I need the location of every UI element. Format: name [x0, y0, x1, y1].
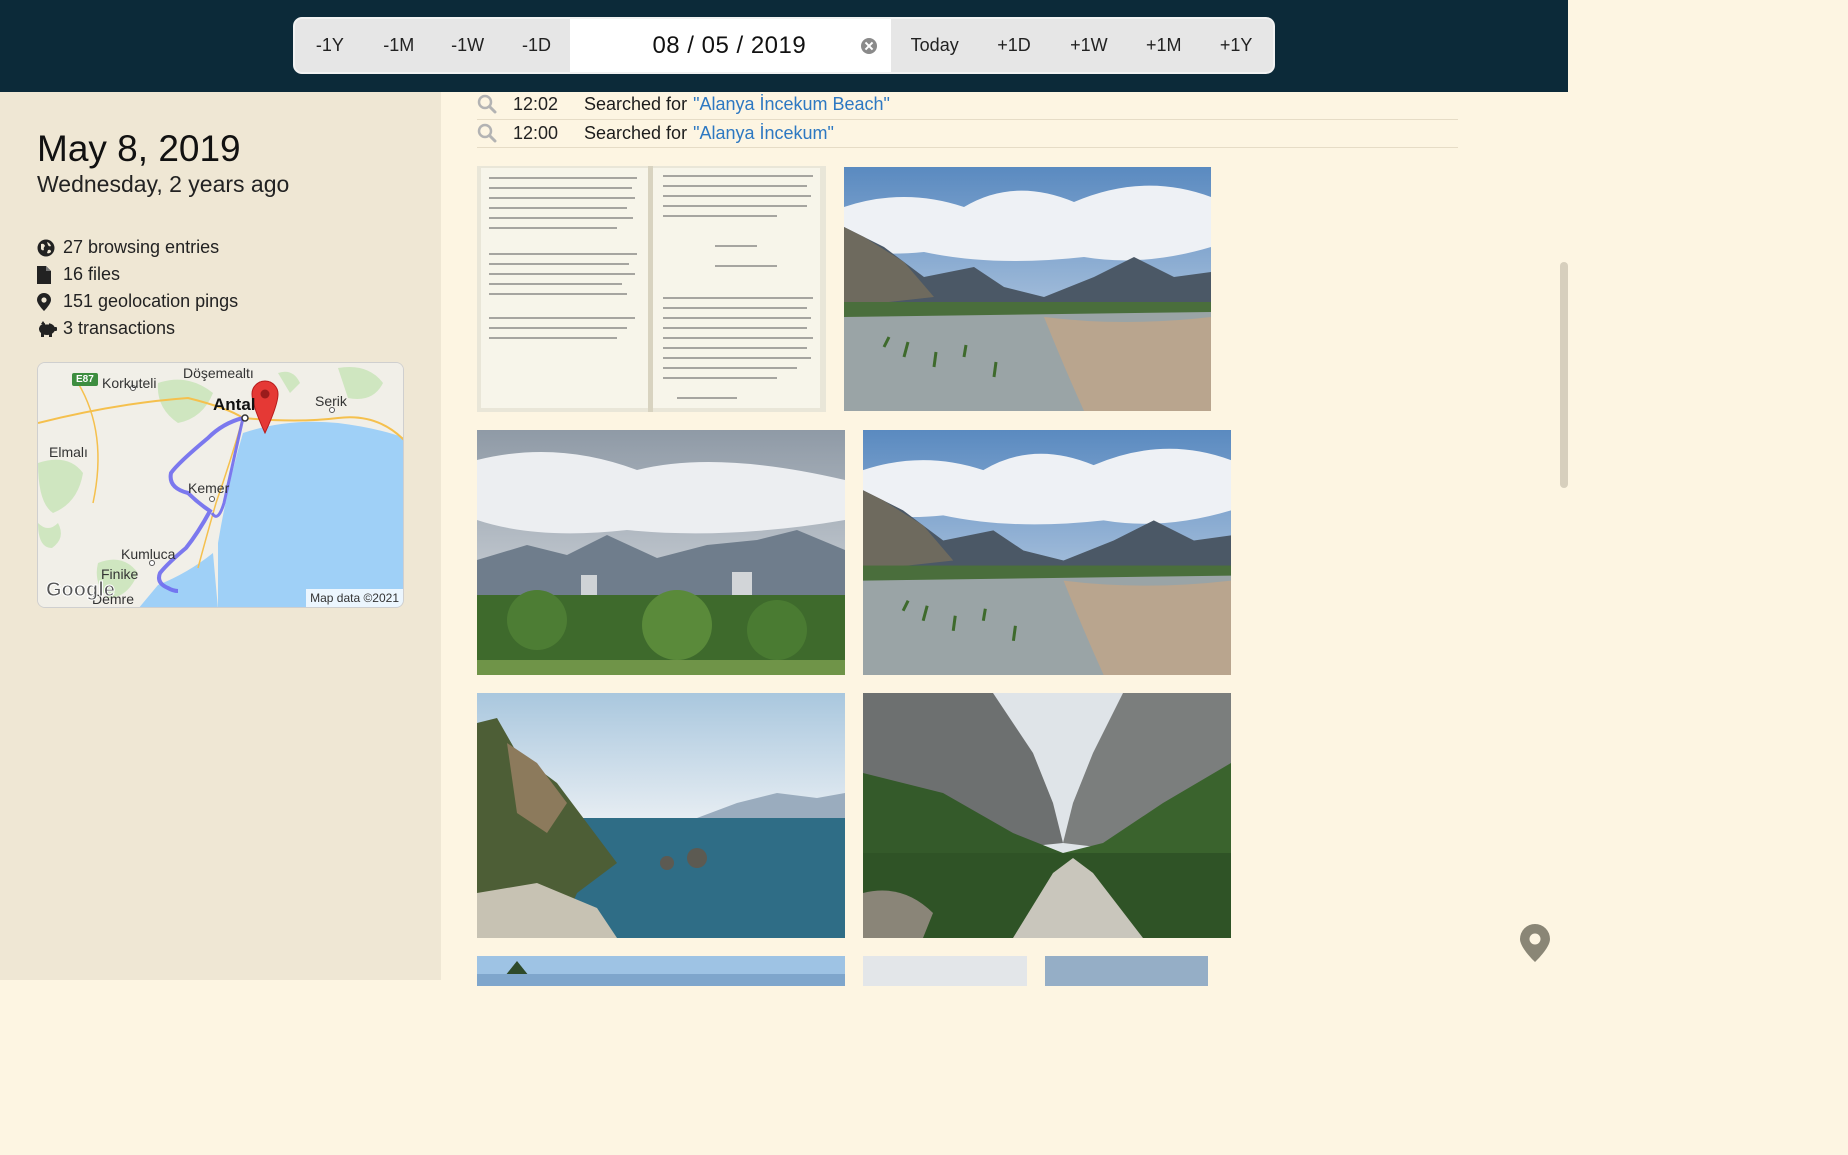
road-badge: E87 [72, 373, 98, 386]
map-label-kemer: Kemer [188, 480, 230, 496]
search-prefix: Searched for [584, 122, 688, 143]
stat-browsing-text: 27 browsing entries [63, 237, 220, 257]
search-time: 12:02 [513, 93, 559, 114]
day-summary-sidebar: May 8, 2019 Wednesday, 2 years ago 27 br… [0, 92, 441, 980]
stat-transactions-text: 3 transactions [63, 318, 176, 338]
stat-files-text: 16 files [63, 264, 121, 284]
stat-geolocation-text: 151 geolocation pings [63, 291, 239, 311]
file-icon [37, 265, 63, 284]
stat-geolocation[interactable]: 151 geolocation pings [37, 288, 238, 315]
map-label-serik: Serik [315, 393, 347, 409]
search-prefix: Searched for [584, 93, 688, 114]
photo-thumbnail[interactable] [863, 430, 1231, 675]
plus-1-year-button[interactable]: +1Y [1199, 19, 1273, 72]
plus-1-day-button[interactable]: +1D [979, 19, 1050, 72]
map-credit: Map data ©2021 [306, 589, 403, 607]
plus-1-month-button[interactable]: +1M [1128, 19, 1199, 72]
photo-thumbnail[interactable] [863, 956, 1027, 986]
divider [477, 147, 1458, 148]
photo-thumbnail[interactable] [477, 693, 845, 938]
map-label-elmali: Elmalı [49, 444, 88, 460]
globe-icon [37, 239, 63, 257]
search-time: 12:00 [513, 122, 559, 143]
search-query-link[interactable]: "Alanya İncekum Beach" [693, 94, 890, 115]
location-map[interactable]: E87 Döşemealtı Korkuteli Antalya Serik E… [37, 362, 404, 608]
today-button[interactable]: Today [891, 19, 979, 72]
piggy-bank-icon [37, 320, 63, 337]
map-pin-icon[interactable] [1520, 924, 1550, 967]
search-entry: 12:02 Searched for "Alanya İncekum Beach… [477, 90, 1458, 118]
day-subtitle: Wednesday, 2 years ago [37, 171, 290, 197]
map-label-kumluca: Kumluca [121, 546, 176, 562]
photo-thumbnail[interactable] [863, 693, 1231, 938]
photo-thumbnail[interactable] [477, 956, 845, 986]
clear-icon[interactable] [860, 38, 877, 54]
search-query-link[interactable]: "Alanya İncekum" [693, 123, 834, 144]
photo-thumbnail[interactable] [1045, 956, 1208, 986]
plus-1-week-button[interactable]: +1W [1049, 19, 1128, 72]
minus-1-year-button[interactable]: -1Y [295, 19, 365, 72]
stat-files[interactable]: 16 files [37, 261, 238, 288]
day-title: May 8, 2019 [37, 128, 241, 169]
photo-thumbnail[interactable] [844, 167, 1211, 411]
search-icon [477, 94, 513, 114]
minus-1-day-button[interactable]: -1D [503, 19, 571, 72]
stat-browsing[interactable]: 27 browsing entries [37, 234, 238, 261]
minus-1-month-button[interactable]: -1M [365, 19, 433, 72]
search-entry: 12:00 Searched for "Alanya İncekum" [477, 119, 1458, 147]
photo-thumbnail[interactable] [477, 430, 845, 675]
scrollbar[interactable] [1560, 262, 1568, 488]
date-navigator: -1Y -1M -1W -1D 08 / 05 / 2019 Today +1D… [293, 17, 1275, 74]
timeline: 12:02 Searched for "Alanya İncekum Beach… [441, 90, 1568, 986]
top-bar: -1Y -1M -1W -1D 08 / 05 / 2019 Today +1D… [0, 0, 1568, 92]
photo-thumbnail[interactable] [477, 166, 826, 412]
day-stats: 27 browsing entries 16 files 151 geoloca… [37, 234, 238, 342]
date-input[interactable]: 08 / 05 / 2019 [570, 19, 891, 72]
map-pin-icon [37, 292, 63, 311]
map-label-dosemealti: Döşemealtı [183, 365, 254, 381]
stat-transactions[interactable]: 3 transactions [37, 315, 238, 342]
date-value[interactable]: 08 / 05 / 2019 [652, 32, 806, 60]
map-label-antalya: Antalya [213, 395, 255, 414]
minus-1-week-button[interactable]: -1W [433, 19, 503, 72]
map-label-korkuteli: Korkuteli [102, 375, 157, 391]
google-logo: Google [46, 579, 116, 602]
search-icon [477, 123, 513, 143]
